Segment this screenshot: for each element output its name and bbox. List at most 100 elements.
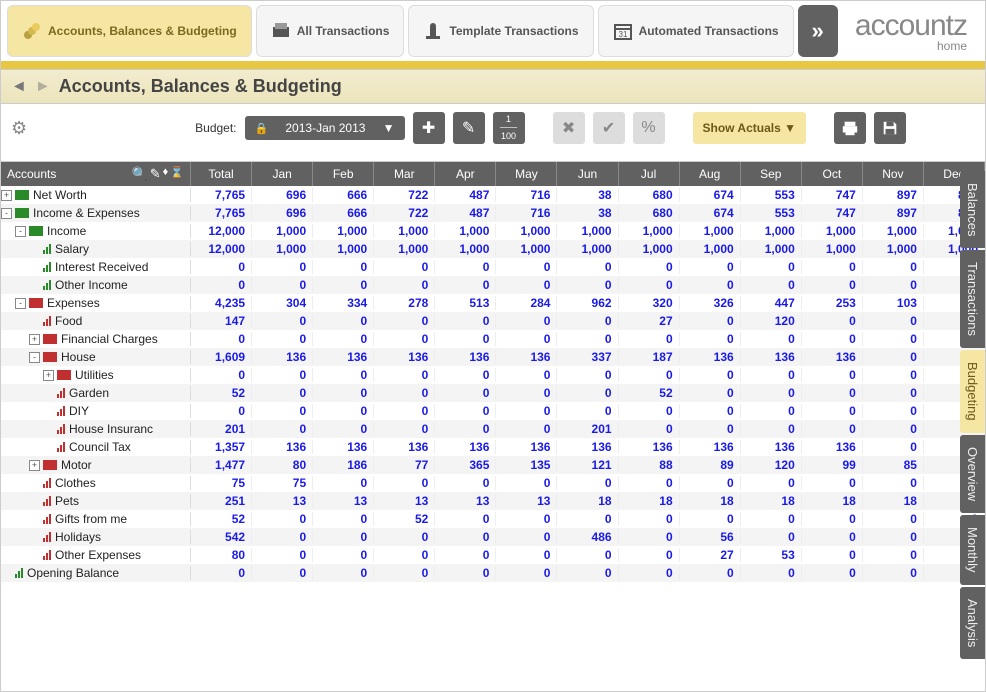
pencil-icon[interactable]: ✎ <box>150 166 161 182</box>
data-cell[interactable]: 0 <box>435 278 496 292</box>
data-cell[interactable]: 1,000 <box>557 242 618 256</box>
data-cell[interactable]: 0 <box>191 260 252 274</box>
data-cell[interactable]: 722 <box>374 188 435 202</box>
data-cell[interactable]: 0 <box>496 314 557 328</box>
data-cell[interactable]: 0 <box>863 476 924 490</box>
data-cell[interactable]: 0 <box>435 548 496 562</box>
data-cell[interactable]: 0 <box>496 476 557 490</box>
data-cell[interactable]: 0 <box>313 386 374 400</box>
table-row[interactable]: Clothes757500000000000 <box>1 474 985 492</box>
col-header[interactable]: Apr <box>435 162 496 186</box>
data-cell[interactable]: 897 <box>863 188 924 202</box>
data-cell[interactable]: 53 <box>741 548 802 562</box>
data-cell[interactable]: 75 <box>191 476 252 490</box>
data-cell[interactable]: 1,000 <box>619 224 680 238</box>
data-cell[interactable]: 0 <box>313 476 374 490</box>
data-cell[interactable]: 0 <box>313 278 374 292</box>
data-cell[interactable]: 147 <box>191 314 252 328</box>
data-cell[interactable]: 0 <box>802 386 863 400</box>
data-cell[interactable]: 0 <box>313 512 374 526</box>
data-cell[interactable]: 7,765 <box>191 206 252 220</box>
data-cell[interactable]: 0 <box>557 260 618 274</box>
data-cell[interactable]: 1,000 <box>252 242 313 256</box>
data-cell[interactable]: 0 <box>313 548 374 562</box>
data-cell[interactable]: 0 <box>496 512 557 526</box>
data-cell[interactable]: 136 <box>313 440 374 454</box>
data-cell[interactable]: 0 <box>741 512 802 526</box>
data-cell[interactable]: 38 <box>557 206 618 220</box>
table-row[interactable]: -Income12,0001,0001,0001,0001,0001,0001,… <box>1 222 985 240</box>
tree-toggle[interactable]: - <box>1 208 12 219</box>
data-cell[interactable]: 0 <box>557 278 618 292</box>
data-cell[interactable]: 0 <box>313 368 374 382</box>
data-cell[interactable]: 18 <box>680 494 741 508</box>
data-cell[interactable]: 13 <box>313 494 374 508</box>
data-cell[interactable]: 0 <box>252 368 313 382</box>
data-cell[interactable]: 0 <box>741 530 802 544</box>
data-cell[interactable]: 0 <box>557 476 618 490</box>
data-cell[interactable]: 0 <box>802 314 863 328</box>
data-cell[interactable]: 18 <box>557 494 618 508</box>
data-cell[interactable]: 0 <box>252 548 313 562</box>
data-cell[interactable]: 0 <box>863 260 924 274</box>
data-cell[interactable]: 0 <box>313 530 374 544</box>
data-cell[interactable]: 716 <box>496 206 557 220</box>
data-cell[interactable]: 487 <box>435 206 496 220</box>
edit-button[interactable]: ✎ <box>453 112 485 144</box>
data-cell[interactable]: 0 <box>496 386 557 400</box>
data-cell[interactable]: 0 <box>435 314 496 328</box>
tree-toggle[interactable]: + <box>1 190 12 201</box>
data-cell[interactable]: 0 <box>863 314 924 328</box>
data-cell[interactable]: 284 <box>496 296 557 310</box>
data-cell[interactable]: 0 <box>680 422 741 436</box>
data-cell[interactable]: 27 <box>619 314 680 328</box>
data-cell[interactable]: 1,000 <box>252 224 313 238</box>
data-cell[interactable]: 201 <box>191 422 252 436</box>
data-cell[interactable]: 18 <box>802 494 863 508</box>
data-cell[interactable]: 1,609 <box>191 350 252 364</box>
cancel-button[interactable]: ✖ <box>553 112 585 144</box>
data-cell[interactable]: 0 <box>680 404 741 418</box>
data-cell[interactable]: 52 <box>619 386 680 400</box>
side-tab-balances[interactable]: Balances <box>960 171 985 248</box>
data-cell[interactable]: 0 <box>252 422 313 436</box>
table-row[interactable]: +Financial Charges0000000000000 <box>1 330 985 348</box>
data-cell[interactable]: 0 <box>680 566 741 580</box>
nav-more-button[interactable]: » <box>798 5 838 57</box>
data-cell[interactable]: 0 <box>496 404 557 418</box>
data-cell[interactable]: 0 <box>557 368 618 382</box>
col-header[interactable]: Total <box>191 162 252 186</box>
data-cell[interactable]: 0 <box>252 278 313 292</box>
data-cell[interactable]: 56 <box>680 530 741 544</box>
data-cell[interactable]: 680 <box>619 188 680 202</box>
data-cell[interactable]: 136 <box>680 440 741 454</box>
side-tab-monthly[interactable]: Monthly <box>960 515 985 585</box>
data-cell[interactable]: 553 <box>741 206 802 220</box>
data-cell[interactable]: 0 <box>802 566 863 580</box>
data-cell[interactable]: 0 <box>863 332 924 346</box>
data-cell[interactable]: 13 <box>374 494 435 508</box>
data-cell[interactable]: 722 <box>374 206 435 220</box>
data-cell[interactable]: 680 <box>619 206 680 220</box>
data-cell[interactable]: 0 <box>252 332 313 346</box>
data-cell[interactable]: 0 <box>619 530 680 544</box>
data-cell[interactable]: 747 <box>802 206 863 220</box>
col-header[interactable]: Jan <box>252 162 313 186</box>
data-cell[interactable]: 0 <box>863 566 924 580</box>
data-cell[interactable]: 0 <box>435 566 496 580</box>
data-cell[interactable]: 12,000 <box>191 242 252 256</box>
data-cell[interactable]: 304 <box>252 296 313 310</box>
data-cell[interactable]: 0 <box>252 566 313 580</box>
data-cell[interactable]: 0 <box>374 368 435 382</box>
data-cell[interactable]: 0 <box>802 404 863 418</box>
data-cell[interactable]: 0 <box>802 278 863 292</box>
data-cell[interactable]: 674 <box>680 206 741 220</box>
data-cell[interactable]: 13 <box>435 494 496 508</box>
data-cell[interactable]: 0 <box>680 368 741 382</box>
data-cell[interactable]: 0 <box>680 314 741 328</box>
forward-icon[interactable]: ► <box>35 78 51 96</box>
table-row[interactable]: Council Tax1,357136136136136136136136136… <box>1 438 985 456</box>
data-cell[interactable]: 0 <box>313 566 374 580</box>
data-cell[interactable]: 0 <box>557 566 618 580</box>
show-actuals-button[interactable]: Show Actuals ▼ <box>693 112 806 144</box>
